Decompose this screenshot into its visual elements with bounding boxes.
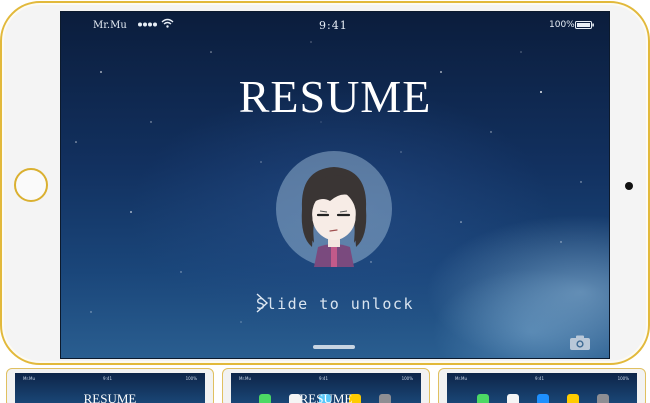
battery-percentage: 100% [549,20,575,30]
front-camera-dot [625,182,633,190]
cartoon-avatar-illustration [301,167,367,267]
thumbnail-status-bar: Mr.Mu 9:41 100% [23,376,197,381]
battery-icon [575,21,594,29]
home-button[interactable] [14,168,48,202]
thumbnail-clock: 9:41 [535,376,544,381]
app-icon [507,394,519,403]
thumbnail-clock: 9:41 [103,376,112,381]
thumbnail-carrier: Mr.Mu [455,376,467,381]
thumbnail-screen: Mr.Mu 9:41 100% [447,373,637,403]
thumbnail-status-bar: Mr.Mu 9:41 100% [455,376,629,381]
thumbnail-screen: Mr.Mu 9:41 100% RESUME [231,373,421,403]
lock-screen: Mr.Mu 9:41 100% RESUME Slide to unlock [60,11,610,359]
status-bar: Mr.Mu 9:41 100% [61,12,609,38]
thumbnail-clock: 9:41 [319,376,328,381]
home-indicator[interactable] [313,345,355,349]
thumbnail-carrier: Mr.Mu [23,376,35,381]
avatar [276,151,392,267]
app-icon [537,394,549,403]
camera-icon[interactable] [569,335,591,351]
thumbnail-status-bar: Mr.Mu 9:41 100% [239,376,413,381]
lock-screen-title: RESUME [238,71,432,122]
app-icon [567,394,579,403]
thumbnail-carrier: Mr.Mu [239,376,251,381]
thumbnail-title: RESUME [83,391,137,403]
clock: 9:41 [319,19,348,32]
slide-to-unlock-label[interactable]: Slide to unlock [61,295,609,313]
thumbnail-title: RESUME [299,391,353,403]
app-icon [477,394,489,403]
thumbnail-battery: 100% [185,376,197,381]
thumbnail-app-icons [477,394,609,403]
signal-icon [138,22,157,27]
thumbnail-homescreen[interactable]: Mr.Mu 9:41 100% [438,368,646,403]
thumbnail-screen: Mr.Mu 9:41 100% RESUME [15,373,205,403]
carrier-name: Mr.Mu [93,20,127,31]
thumbnail-homescreen-transition[interactable]: Mr.Mu 9:41 100% RESUME [222,368,430,403]
ipad-device: Mr.Mu 9:41 100% RESUME Slide to unlock [0,1,650,365]
wifi-icon [161,18,174,28]
thumbnail-lockscreen[interactable]: Mr.Mu 9:41 100% RESUME [6,368,214,403]
thumbnail-battery: 100% [617,376,629,381]
app-icon [597,394,609,403]
thumbnail-battery: 100% [401,376,413,381]
